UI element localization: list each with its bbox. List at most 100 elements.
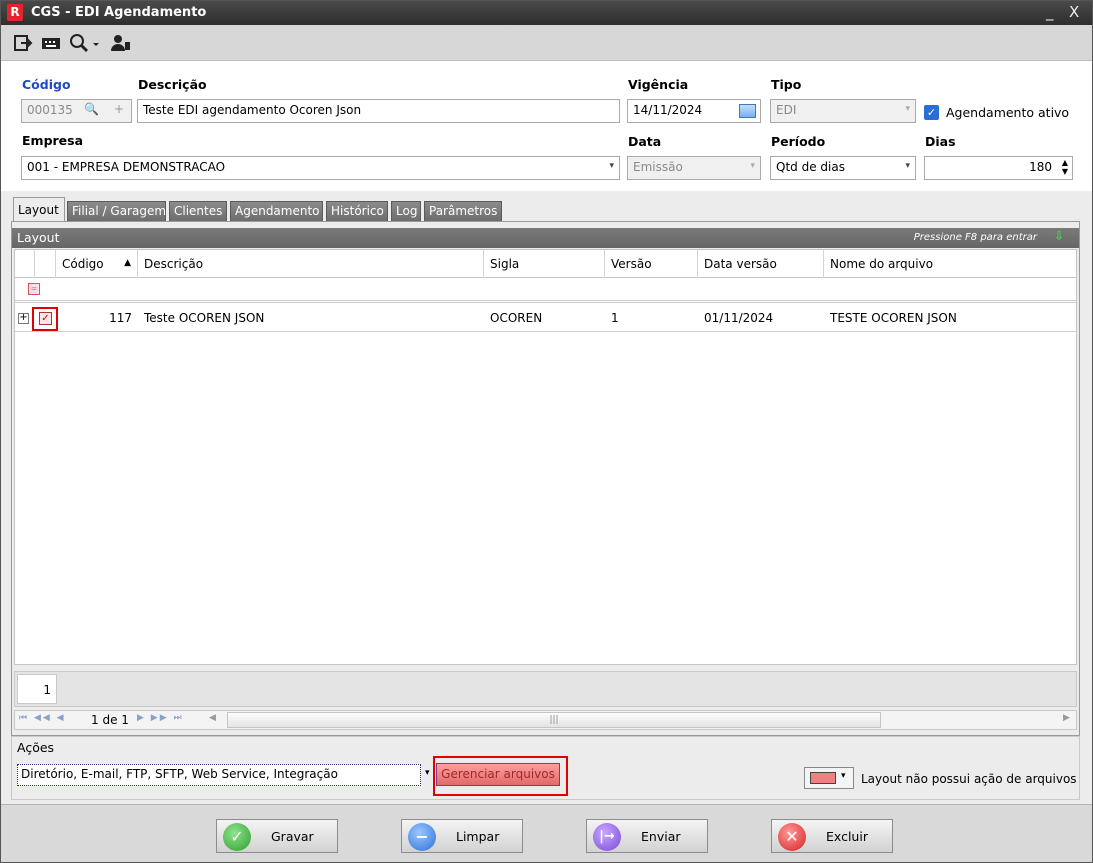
stepper-arrows-icon[interactable]: ▲ ▼	[1062, 158, 1068, 176]
color-swatch	[810, 772, 836, 784]
keyboard-icon[interactable]	[41, 33, 61, 53]
tab-clientes[interactable]: Clientes	[169, 201, 227, 221]
agendamento-ativo-checkbox[interactable]: ✓	[924, 105, 939, 120]
cell-sigla: OCOREN	[490, 311, 543, 325]
title-bar: R CGS - EDI Agendamento _ X	[1, 1, 1092, 25]
limpar-button[interactable]: − Limpar	[401, 819, 523, 853]
cell-versao: 1	[611, 311, 619, 325]
page-number[interactable]: 1	[17, 674, 57, 704]
scroll-left-icon[interactable]: ◀	[209, 713, 221, 727]
descricao-label: Descrição	[138, 77, 207, 92]
enviar-button[interactable]: |→ Enviar	[586, 819, 708, 853]
sort-asc-icon: ▲	[124, 258, 131, 268]
empresa-value: 001 - EMPRESA DEMONSTRACAO	[27, 160, 226, 174]
acoes-select[interactable]: Diretório, E-mail, FTP, SFTP, Web Servic…	[17, 764, 421, 786]
user-icon[interactable]	[111, 33, 131, 53]
panel-header: Layout Pressione F8 para entrar ⇩	[12, 228, 1079, 248]
dias-stepper[interactable]: 180 ▲ ▼	[924, 156, 1073, 180]
cell-data-versao: 01/11/2024	[704, 311, 774, 325]
filter-row: =	[15, 279, 1076, 303]
check-icon: ✓	[223, 823, 251, 851]
calendar-icon[interactable]	[739, 104, 756, 118]
footer-bar: ✓ Gravar − Limpar |→ Enviar ✕ Excluir	[1, 804, 1092, 862]
window-title: CGS - EDI Agendamento	[31, 5, 207, 20]
tipo-select[interactable]: EDI ▾	[770, 99, 916, 123]
tab-layout[interactable]: Layout	[13, 197, 65, 221]
vigencia-field[interactable]: 14/11/2024	[627, 99, 761, 123]
grid-header-expand	[15, 250, 35, 278]
acoes-value: Diretório, E-mail, FTP, SFTP, Web Servic…	[21, 767, 338, 781]
arrow-down-icon[interactable]: ⇩	[1054, 229, 1064, 243]
empresa-label: Empresa	[22, 133, 84, 148]
table-row[interactable]: + ✓ 117 Teste OCOREN JSON OCOREN 1 01/11…	[15, 307, 1076, 332]
column-header-versao[interactable]: Versão	[605, 250, 698, 278]
periodo-value: Qtd de dias	[776, 160, 845, 174]
page-number-area: 1	[14, 671, 1077, 707]
grid-header-check	[35, 250, 56, 278]
codigo-field[interactable]: 000135 🔍 +	[21, 99, 132, 123]
vigencia-value: 14/11/2024	[633, 103, 703, 117]
tab-parametros[interactable]: Parâmetros	[424, 201, 502, 221]
vigencia-label: Vigência	[628, 77, 689, 92]
cell-codigo: 117	[109, 311, 132, 325]
highlight-box	[32, 307, 58, 331]
filter-clear-icon[interactable]: =	[28, 283, 40, 295]
descricao-field[interactable]: Teste EDI agendamento Ocoren Json	[137, 99, 620, 123]
data-select[interactable]: Emissão ▾	[627, 156, 761, 180]
dias-label: Dias	[925, 134, 956, 149]
highlight-box	[433, 756, 568, 796]
header-form: Código 000135 🔍 + Descrição Teste EDI ag…	[1, 61, 1092, 191]
tab-agendamento[interactable]: Agendamento	[230, 201, 323, 221]
chevron-down-icon[interactable]: ▾	[425, 768, 430, 778]
next-last-icons[interactable]: ▶ ▶▶ ⏭	[137, 713, 184, 723]
app-logo-icon: R	[7, 4, 23, 21]
navigation-bar: ⏮ ◀◀ ◀ 1 de 1 ▶ ▶▶ ⏭ ◀ ||| ▶	[14, 710, 1077, 730]
empresa-select[interactable]: 001 - EMPRESA DEMONSTRACAO ▾	[21, 156, 620, 180]
tab-filial-garagem[interactable]: Filial / Garagem	[67, 201, 166, 221]
panel-hint: Pressione F8 para entrar	[913, 232, 1037, 243]
chevron-down-icon: ▾	[841, 771, 846, 781]
app-window: R CGS - EDI Agendamento _ X Código 00013…	[0, 0, 1093, 863]
tipo-label: Tipo	[771, 77, 802, 92]
enviar-label: Enviar	[641, 829, 681, 844]
tab-historico[interactable]: Histórico	[326, 201, 388, 221]
minimize-button[interactable]: _	[1046, 3, 1054, 21]
scroll-right-icon[interactable]: ▶	[1063, 713, 1070, 723]
search-icon[interactable]: 🔍	[84, 102, 99, 116]
layout-panel: Layout Pressione F8 para entrar ⇩ Código…	[11, 221, 1080, 736]
close-button[interactable]: X	[1069, 3, 1079, 21]
delete-icon: ✕	[778, 823, 806, 851]
first-prev-icons[interactable]: ⏮ ◀◀ ◀	[19, 713, 66, 723]
column-header-descricao[interactable]: Descrição	[138, 250, 484, 278]
exit-icon[interactable]	[13, 33, 33, 53]
add-icon[interactable]: +	[114, 102, 124, 116]
periodo-label: Período	[771, 134, 826, 149]
chevron-down-icon: ▾	[750, 161, 755, 171]
minus-icon: −	[408, 823, 436, 851]
acoes-label: Ações	[17, 740, 55, 755]
gravar-button[interactable]: ✓ Gravar	[216, 819, 338, 853]
periodo-select[interactable]: Qtd de dias ▾	[770, 156, 916, 180]
color-picker[interactable]: ▾	[804, 767, 854, 789]
expand-icon[interactable]: +	[18, 313, 29, 324]
horizontal-scrollbar[interactable]: |||	[227, 712, 881, 728]
send-icon: |→	[593, 823, 621, 851]
chevron-down-icon: ▾	[609, 161, 614, 171]
excluir-button[interactable]: ✕ Excluir	[771, 819, 893, 853]
column-header-nome-arquivo[interactable]: Nome do arquivo	[824, 250, 1076, 278]
column-label: Código	[62, 257, 104, 271]
gravar-label: Gravar	[271, 829, 314, 844]
excluir-label: Excluir	[826, 829, 868, 844]
codigo-label: Código	[22, 77, 71, 92]
limpar-label: Limpar	[456, 829, 500, 844]
cell-nome-arquivo: TESTE OCOREN JSON	[830, 311, 957, 325]
column-header-sigla[interactable]: Sigla	[484, 250, 605, 278]
toolbar	[1, 25, 1092, 61]
column-header-data-versao[interactable]: Data versão	[698, 250, 824, 278]
chevron-down-icon: ▾	[905, 161, 910, 171]
codigo-value: 000135	[27, 103, 73, 117]
column-header-codigo[interactable]: Código ▲	[56, 250, 138, 278]
search-icon[interactable]	[69, 33, 105, 53]
dias-value: 180	[1029, 160, 1052, 174]
tab-log[interactable]: Log	[391, 201, 421, 221]
